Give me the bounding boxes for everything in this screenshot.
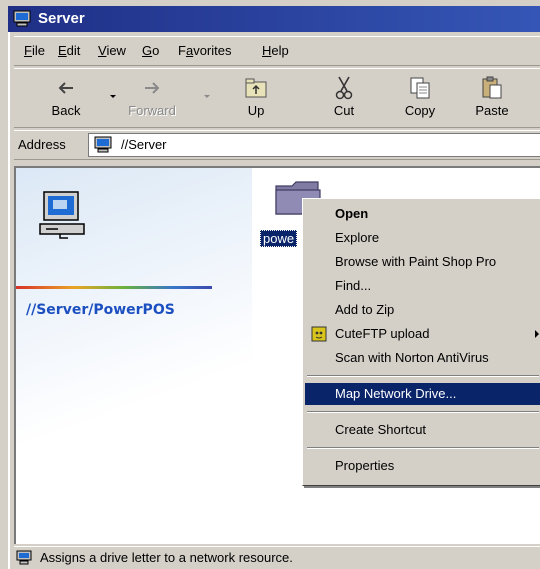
menu-item-explore[interactable]: Explore bbox=[305, 227, 540, 249]
menu-view[interactable]: View bbox=[98, 43, 126, 58]
menu-item-properties[interactable]: Properties bbox=[305, 455, 540, 477]
network-computer-icon bbox=[16, 550, 32, 565]
menu-item-map-network-drive[interactable]: Map Network Drive... bbox=[305, 383, 540, 405]
window-title: Server bbox=[38, 10, 85, 27]
folder-path-heading: //Server/PowerPOS bbox=[26, 302, 175, 318]
address-value: //Server bbox=[121, 137, 167, 152]
paste-button[interactable]: Paste bbox=[464, 73, 520, 125]
up-label: Up bbox=[247, 103, 265, 118]
paste-label: Paste bbox=[475, 103, 509, 118]
forward-dropdown-icon[interactable] bbox=[204, 95, 210, 98]
menu-bar: File Edit View Go Favorites Help bbox=[14, 36, 540, 66]
explorer-window: Server File Edit View Go Favorites Help … bbox=[0, 0, 540, 569]
back-button[interactable]: Back bbox=[38, 73, 94, 125]
cut-button[interactable]: Cut bbox=[316, 73, 372, 125]
address-label: Address bbox=[18, 137, 66, 152]
copy-icon bbox=[410, 77, 430, 99]
back-dropdown-icon[interactable] bbox=[110, 95, 116, 98]
menu-item-add-to-zip[interactable]: Add to Zip bbox=[305, 299, 540, 321]
address-bar: Address //Server bbox=[14, 130, 540, 160]
cuteftp-icon bbox=[311, 326, 327, 342]
network-computer-icon bbox=[94, 136, 112, 153]
forward-arrow-icon bbox=[145, 82, 160, 94]
menu-help[interactable]: Help bbox=[262, 43, 289, 58]
server-computer-icon bbox=[39, 191, 85, 239]
menu-item-browse-paint-shop-pro[interactable]: Browse with Paint Shop Pro bbox=[305, 251, 540, 273]
folder-label[interactable]: powe bbox=[260, 230, 298, 247]
menu-go[interactable]: Go bbox=[142, 43, 159, 58]
submenu-arrow-icon bbox=[535, 330, 539, 338]
network-computer-icon bbox=[13, 10, 31, 27]
status-text: Assigns a drive letter to a network reso… bbox=[40, 550, 293, 565]
context-menu: Open Explore Browse with Paint Shop Pro … bbox=[302, 198, 540, 486]
forward-label: Forward bbox=[128, 103, 176, 118]
menu-file[interactable]: File bbox=[24, 43, 45, 58]
menu-favorites[interactable]: Favorites bbox=[178, 43, 231, 58]
paste-clipboard-icon bbox=[482, 76, 502, 99]
menu-item-cuteftp-upload[interactable]: CuteFTP upload bbox=[305, 323, 540, 345]
menu-item-find[interactable]: Find... bbox=[305, 275, 540, 297]
status-bar: Assigns a drive letter to a network reso… bbox=[14, 546, 540, 569]
forward-button[interactable]: Forward bbox=[124, 73, 180, 125]
cut-label: Cut bbox=[333, 103, 355, 118]
title-bar[interactable]: Server bbox=[8, 6, 540, 32]
copy-button[interactable]: Copy bbox=[392, 73, 448, 125]
up-button[interactable]: Up bbox=[228, 73, 284, 125]
menu-edit[interactable]: Edit bbox=[58, 43, 80, 58]
menu-separator bbox=[307, 375, 539, 377]
scissors-icon bbox=[335, 76, 353, 100]
rainbow-divider bbox=[16, 286, 212, 289]
window-edge bbox=[8, 32, 10, 569]
menu-item-open[interactable]: Open bbox=[305, 203, 540, 225]
menu-item-scan-norton[interactable]: Scan with Norton AntiVirus bbox=[305, 347, 540, 369]
menu-separator bbox=[307, 447, 539, 449]
address-input[interactable]: //Server bbox=[88, 133, 540, 157]
back-label: Back bbox=[51, 103, 81, 118]
menu-separator bbox=[307, 411, 539, 413]
up-folder-icon bbox=[245, 78, 267, 98]
menu-item-create-shortcut[interactable]: Create Shortcut bbox=[305, 419, 540, 441]
web-view-pane: //Server/PowerPOS bbox=[16, 168, 252, 458]
back-arrow-icon bbox=[58, 82, 73, 94]
toolbar: Back Forward Up Cut Copy Paste bbox=[14, 68, 540, 128]
copy-label: Copy bbox=[404, 103, 436, 118]
